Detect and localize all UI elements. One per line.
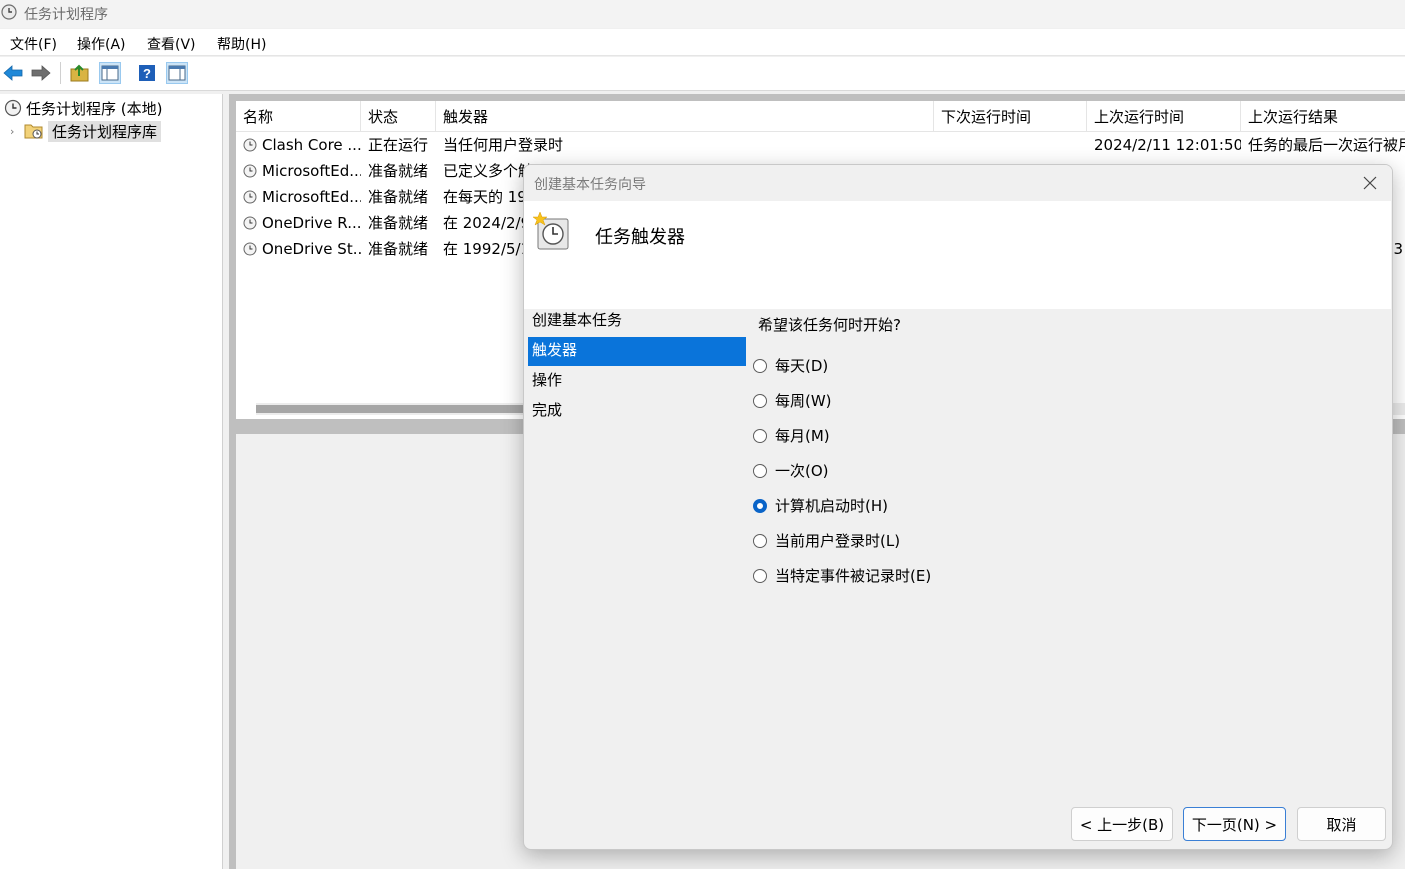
clock-icon xyxy=(1,4,17,20)
radio-button[interactable] xyxy=(753,393,767,408)
task-clock-icon xyxy=(243,164,257,178)
menu-help[interactable]: 帮助(H) xyxy=(217,34,266,54)
menu-file[interactable]: 文件(F) xyxy=(10,34,57,54)
column-header-name[interactable]: 名称 xyxy=(236,101,361,131)
svg-text:?: ? xyxy=(143,66,151,81)
task-clock-icon xyxy=(243,190,257,204)
next-button[interactable]: 下一页(N) > xyxy=(1183,807,1286,841)
task-wizard-icon xyxy=(532,211,569,250)
window-title: 任务计划程序 xyxy=(24,7,108,23)
column-header-last-run[interactable]: 上次运行时间 xyxy=(1087,101,1241,131)
step-create-basic-task: 创建基本任务 xyxy=(532,311,623,329)
cell-next-run xyxy=(934,132,1087,158)
cell-trigger: 当任何用户登录时 xyxy=(443,136,564,154)
radio-button[interactable] xyxy=(753,358,767,373)
toolbar: ? xyxy=(0,57,1405,91)
option-daily[interactable]: 每天(D) xyxy=(753,348,931,383)
create-basic-task-dialog: 创建基本任务向导 任务触发器 创建基本任务 触发器 操作 完成 希望该任务何时开… xyxy=(523,164,1393,850)
window-title-bar: 任务计划程序 xyxy=(0,0,1405,28)
close-icon xyxy=(1363,176,1377,190)
tree-root-label: 任务计划程序 (本地) xyxy=(26,99,163,118)
dialog-title: 创建基本任务向导 xyxy=(534,177,646,193)
radio-button[interactable] xyxy=(753,463,767,478)
column-header-next-run[interactable]: 下次运行时间 xyxy=(934,101,1087,131)
cell-status: 准备就绪 xyxy=(368,214,429,232)
radio-button-selected[interactable] xyxy=(753,498,767,513)
cancel-button[interactable]: 取消 xyxy=(1297,807,1386,841)
dialog-header-title: 任务触发器 xyxy=(595,227,685,248)
folder-clock-icon xyxy=(24,124,43,139)
option-event-logged[interactable]: 当特定事件被记录时(E) xyxy=(753,558,931,593)
menu-action[interactable]: 操作(A) xyxy=(77,34,126,54)
help-icon[interactable]: ? xyxy=(136,62,158,84)
folder-up-icon[interactable] xyxy=(69,62,91,84)
forward-arrow-icon[interactable] xyxy=(30,62,52,84)
tree-root-item[interactable]: 任务计划程序 (本地) xyxy=(4,98,162,118)
option-weekly[interactable]: 每周(W) xyxy=(753,383,931,418)
cell-name: MicrosoftEd... xyxy=(236,158,361,184)
tree-item-label: 任务计划程序库 xyxy=(48,120,162,142)
wizard-steps: 创建基本任务 触发器 操作 完成 xyxy=(528,307,746,427)
task-clock-icon xyxy=(243,216,257,230)
option-one-time[interactable]: 一次(O) xyxy=(753,453,931,488)
radio-button[interactable] xyxy=(753,568,767,583)
tree-item-library[interactable]: › 任务计划程序库 xyxy=(10,120,162,142)
radio-button[interactable] xyxy=(753,533,767,548)
cell-last-result: 任务的最后一次运行被用 xyxy=(1248,136,1405,154)
dialog-header: 任务触发器 xyxy=(524,201,1391,309)
task-clock-icon xyxy=(243,242,257,256)
table-header: 名称 状态 触发器 下次运行时间 上次运行时间 上次运行结果 xyxy=(236,101,1405,132)
cell-status: 准备就绪 xyxy=(368,240,429,258)
back-arrow-icon[interactable] xyxy=(2,62,24,84)
step-trigger: 触发器 xyxy=(528,337,746,366)
cell-name: OneDrive R... xyxy=(236,210,361,236)
option-computer-startup[interactable]: 计算机启动时(H) xyxy=(753,488,931,523)
chevron-right-icon[interactable]: › xyxy=(10,125,20,138)
console-tree-icon[interactable] xyxy=(99,62,121,84)
step-finish: 完成 xyxy=(532,401,563,419)
cell-name: MicrosoftEd... xyxy=(236,184,361,210)
cell-status: 正在运行 xyxy=(368,136,429,154)
clock-icon xyxy=(4,99,22,117)
cell-status: 准备就绪 xyxy=(368,188,429,206)
cell-name: Clash Core ... xyxy=(236,132,361,158)
column-header-status[interactable]: 状态 xyxy=(361,101,436,131)
cell-name: OneDrive St... xyxy=(236,236,361,262)
table-row[interactable]: Clash Core ... 正在运行 当任何用户登录时 2024/2/11 1… xyxy=(236,132,1405,158)
dialog-title-bar: 创建基本任务向导 xyxy=(524,165,1392,201)
trigger-question: 希望该任务何时开始? xyxy=(758,316,901,334)
cell-status: 准备就绪 xyxy=(368,162,429,180)
option-monthly[interactable]: 每月(M) xyxy=(753,418,931,453)
menu-bar: 文件(F) 操作(A) 查看(V) 帮助(H) xyxy=(0,29,1405,56)
column-header-trigger[interactable]: 触发器 xyxy=(436,101,934,131)
console-tree: 任务计划程序 (本地) › 任务计划程序库 xyxy=(0,94,223,869)
radio-button[interactable] xyxy=(753,428,767,443)
close-button[interactable] xyxy=(1348,165,1392,201)
back-button[interactable]: < 上一步(B) xyxy=(1071,807,1173,841)
step-action: 操作 xyxy=(532,371,563,389)
trigger-options: 每天(D) 每周(W) 每月(M) 一次(O) 计算机启动时(H) 当前用户登录… xyxy=(753,348,931,593)
menu-view[interactable]: 查看(V) xyxy=(147,34,196,54)
task-clock-icon xyxy=(243,138,257,152)
action-pane-icon[interactable] xyxy=(166,62,188,84)
cell-last-run: 2024/2/11 12:01:50 xyxy=(1094,136,1241,154)
option-user-logon[interactable]: 当前用户登录时(L) xyxy=(753,523,931,558)
toolbar-separator xyxy=(60,62,61,84)
column-header-last-result[interactable]: 上次运行结果 xyxy=(1241,101,1405,131)
